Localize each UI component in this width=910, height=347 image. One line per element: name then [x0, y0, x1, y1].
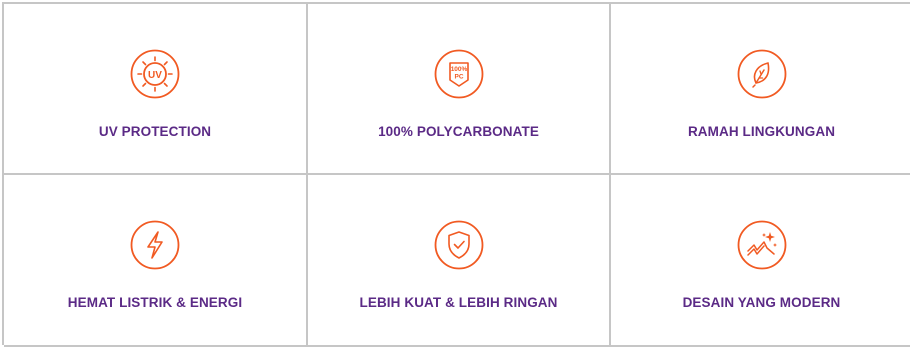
leaf-icon: [737, 49, 787, 99]
feature-card-uv-protection: UV UV PROTECTION: [4, 4, 308, 175]
feature-label: HEMAT LISTRIK & ENERGI: [67, 295, 243, 310]
feature-label: 100% POLYCARBONATE: [378, 124, 539, 139]
feature-label: UV PROTECTION: [98, 124, 212, 139]
feature-card-stronger-lighter: LEBIH KUAT & LEBIH RINGAN: [308, 175, 611, 347]
feature-card-energy-saving: HEMAT LISTRIK & ENERGI: [4, 175, 308, 347]
feature-card-modern-design: DESAIN YANG MODERN: [611, 175, 910, 347]
feature-card-polycarbonate: 100% PC 100% POLYCARBONATE: [308, 4, 611, 175]
badge-text-top: 100%: [450, 66, 467, 73]
uv-sun-icon: UV: [130, 49, 180, 99]
shield-check-icon: [434, 220, 484, 270]
feature-label: RAMAH LINGKUNGAN: [687, 124, 836, 139]
feature-card-eco-friendly: RAMAH LINGKUNGAN: [611, 4, 910, 175]
modern-design-sparkle-icon: [737, 220, 787, 270]
uv-icon-text: UV: [148, 70, 162, 81]
badge-text-bottom: PC: [454, 74, 463, 81]
lightning-bolt-icon: [130, 220, 180, 270]
feature-label: DESAIN YANG MODERN: [682, 295, 841, 310]
polycarbonate-badge-icon: 100% PC: [434, 49, 484, 99]
feature-label: LEBIH KUAT & LEBIH RINGAN: [359, 295, 558, 310]
features-grid: UV UV PROTECTION 100% PC 100% POLYCARBON…: [2, 2, 910, 347]
